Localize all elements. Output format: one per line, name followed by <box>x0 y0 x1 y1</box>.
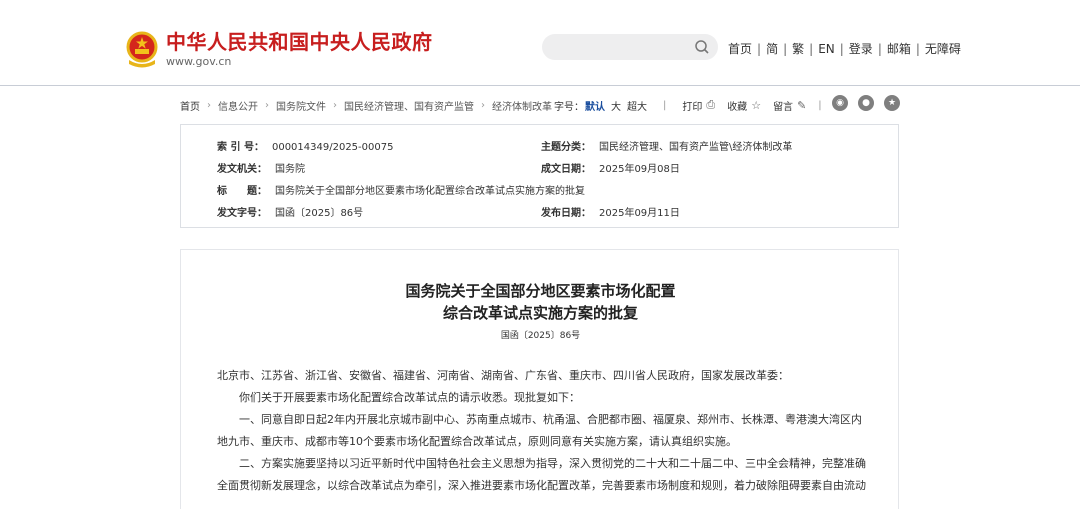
document-info-box: 索 引 号： 000014349/2025-00075 主题分类： 国民经济管理、国… <box>180 124 899 228</box>
search-input[interactable] <box>542 34 718 60</box>
article-paragraph: 北京市、江苏省、浙江省、安徽省、福建省、河南省、湖南省、广东省、重庆市、四川省人… <box>217 369 789 382</box>
chevron-right-icon: › <box>207 99 211 111</box>
link-accessibility[interactable]: 无障碍 <box>925 40 961 57</box>
site-header: 中华人民共和国中央人民政府 www.gov.cn 首页 | 简 | 繁 | EN | 登录 | 邮箱… <box>0 0 1080 86</box>
qzone-icon[interactable]: ★ <box>884 95 900 111</box>
font-size-xlarge[interactable]: 超大 <box>627 98 647 113</box>
wechat-icon[interactable]: ● <box>858 95 874 111</box>
link-login[interactable]: 登录 <box>849 40 873 57</box>
info-issuer: 发文机关： 国务院 <box>217 164 305 175</box>
info-index: 索 引 号： 000014349/2025-00075 <box>217 142 394 153</box>
article-title-line-1: 国务院关于全国部分地区要素市场化配置 <box>405 282 676 300</box>
breadcrumb-state-docs[interactable]: 国务院文件 <box>276 98 326 113</box>
site-logo[interactable]: 中华人民共和国中央人民政府 www.gov.cn <box>124 30 433 68</box>
divider: | <box>663 99 667 111</box>
font-size-large[interactable]: 大 <box>611 98 621 113</box>
favorite-button[interactable]: 收藏 <box>727 98 747 113</box>
info-title: 标 题： 国务院关于全国部分地区要素市场化配置综合改革试点实施方案的批复 <box>217 186 585 197</box>
article-paragraph: 地九市、重庆市、成都市等10个要素市场化配置综合改革试点，原则同意有关实施方案，… <box>217 435 737 448</box>
star-icon[interactable]: ☆ <box>751 99 761 112</box>
article-paragraph: 你们关于开展要素市场化配置综合改革试点的请示收悉。现批复如下： <box>217 391 580 404</box>
comment-button[interactable]: 留言 <box>773 98 793 113</box>
info-publish-date: 发布日期： 2025年09月11日 <box>541 208 680 219</box>
search-icon[interactable] <box>694 39 710 55</box>
info-doc-number: 发文字号： 国函〔2025〕86号 <box>217 208 364 219</box>
chevron-right-icon: › <box>481 99 485 111</box>
font-size-label: 字号： <box>554 101 584 113</box>
weibo-icon[interactable]: ◉ <box>832 95 848 111</box>
share-icons: ◉ ● ★ <box>822 95 900 111</box>
link-english[interactable]: EN <box>818 42 835 56</box>
info-category: 主题分类： 国民经济管理、国有资产监管\经济体制改革 <box>541 142 793 153</box>
font-size-default[interactable]: 默认 <box>585 98 605 113</box>
link-traditional[interactable]: 繁 <box>792 40 804 57</box>
chevron-right-icon: › <box>333 99 337 111</box>
link-home[interactable]: 首页 <box>728 40 752 57</box>
article-paragraph: 二、方案实施要坚持以习近平新时代中国特色社会主义思想为指导，深入贯彻党的二十大和… <box>217 457 866 470</box>
breadcrumb-home[interactable]: 首页 <box>180 98 200 113</box>
breadcrumb-info[interactable]: 信息公开 <box>218 98 258 113</box>
article-paragraph: 一、同意自即日起2年内开展北京城市副中心、苏南重点城市、杭甬温、合肥都市圈、福厦… <box>217 413 862 426</box>
site-name: 中华人民共和国中央人民政府 <box>166 30 433 54</box>
article-doc-number: 国函〔2025〕86号 <box>500 331 581 341</box>
article-title-line-2: 综合改革试点实施方案的批复 <box>442 304 638 322</box>
site-url: www.gov.cn <box>166 55 232 68</box>
chevron-right-icon: › <box>265 99 269 111</box>
national-emblem-icon <box>126 31 158 68</box>
link-mail[interactable]: 邮箱 <box>887 40 911 57</box>
article-body: 国务院关于全国部分地区要素市场化配置 综合改革试点实施方案的批复 国函〔2025… <box>180 249 899 509</box>
info-written-date: 成文日期： 2025年09月08日 <box>541 164 680 175</box>
top-links: 首页 | 简 | 繁 | EN | 登录 | 邮箱 | 无障碍 <box>728 40 961 57</box>
pencil-icon[interactable]: ✎ <box>797 99 806 112</box>
link-simplified[interactable]: 简 <box>766 40 778 57</box>
breadcrumb: 首页 › 信息公开 › 国务院文件 › 国民经济管理、国有资产监管 › 经济体制… <box>180 95 900 113</box>
breadcrumb-subcategory[interactable]: 经济体制改革 <box>492 98 552 113</box>
print-icon[interactable]: ⎙ <box>706 98 715 112</box>
breadcrumb-category[interactable]: 国民经济管理、国有资产监管 <box>344 98 474 113</box>
print-button[interactable]: 打印 <box>682 98 702 113</box>
